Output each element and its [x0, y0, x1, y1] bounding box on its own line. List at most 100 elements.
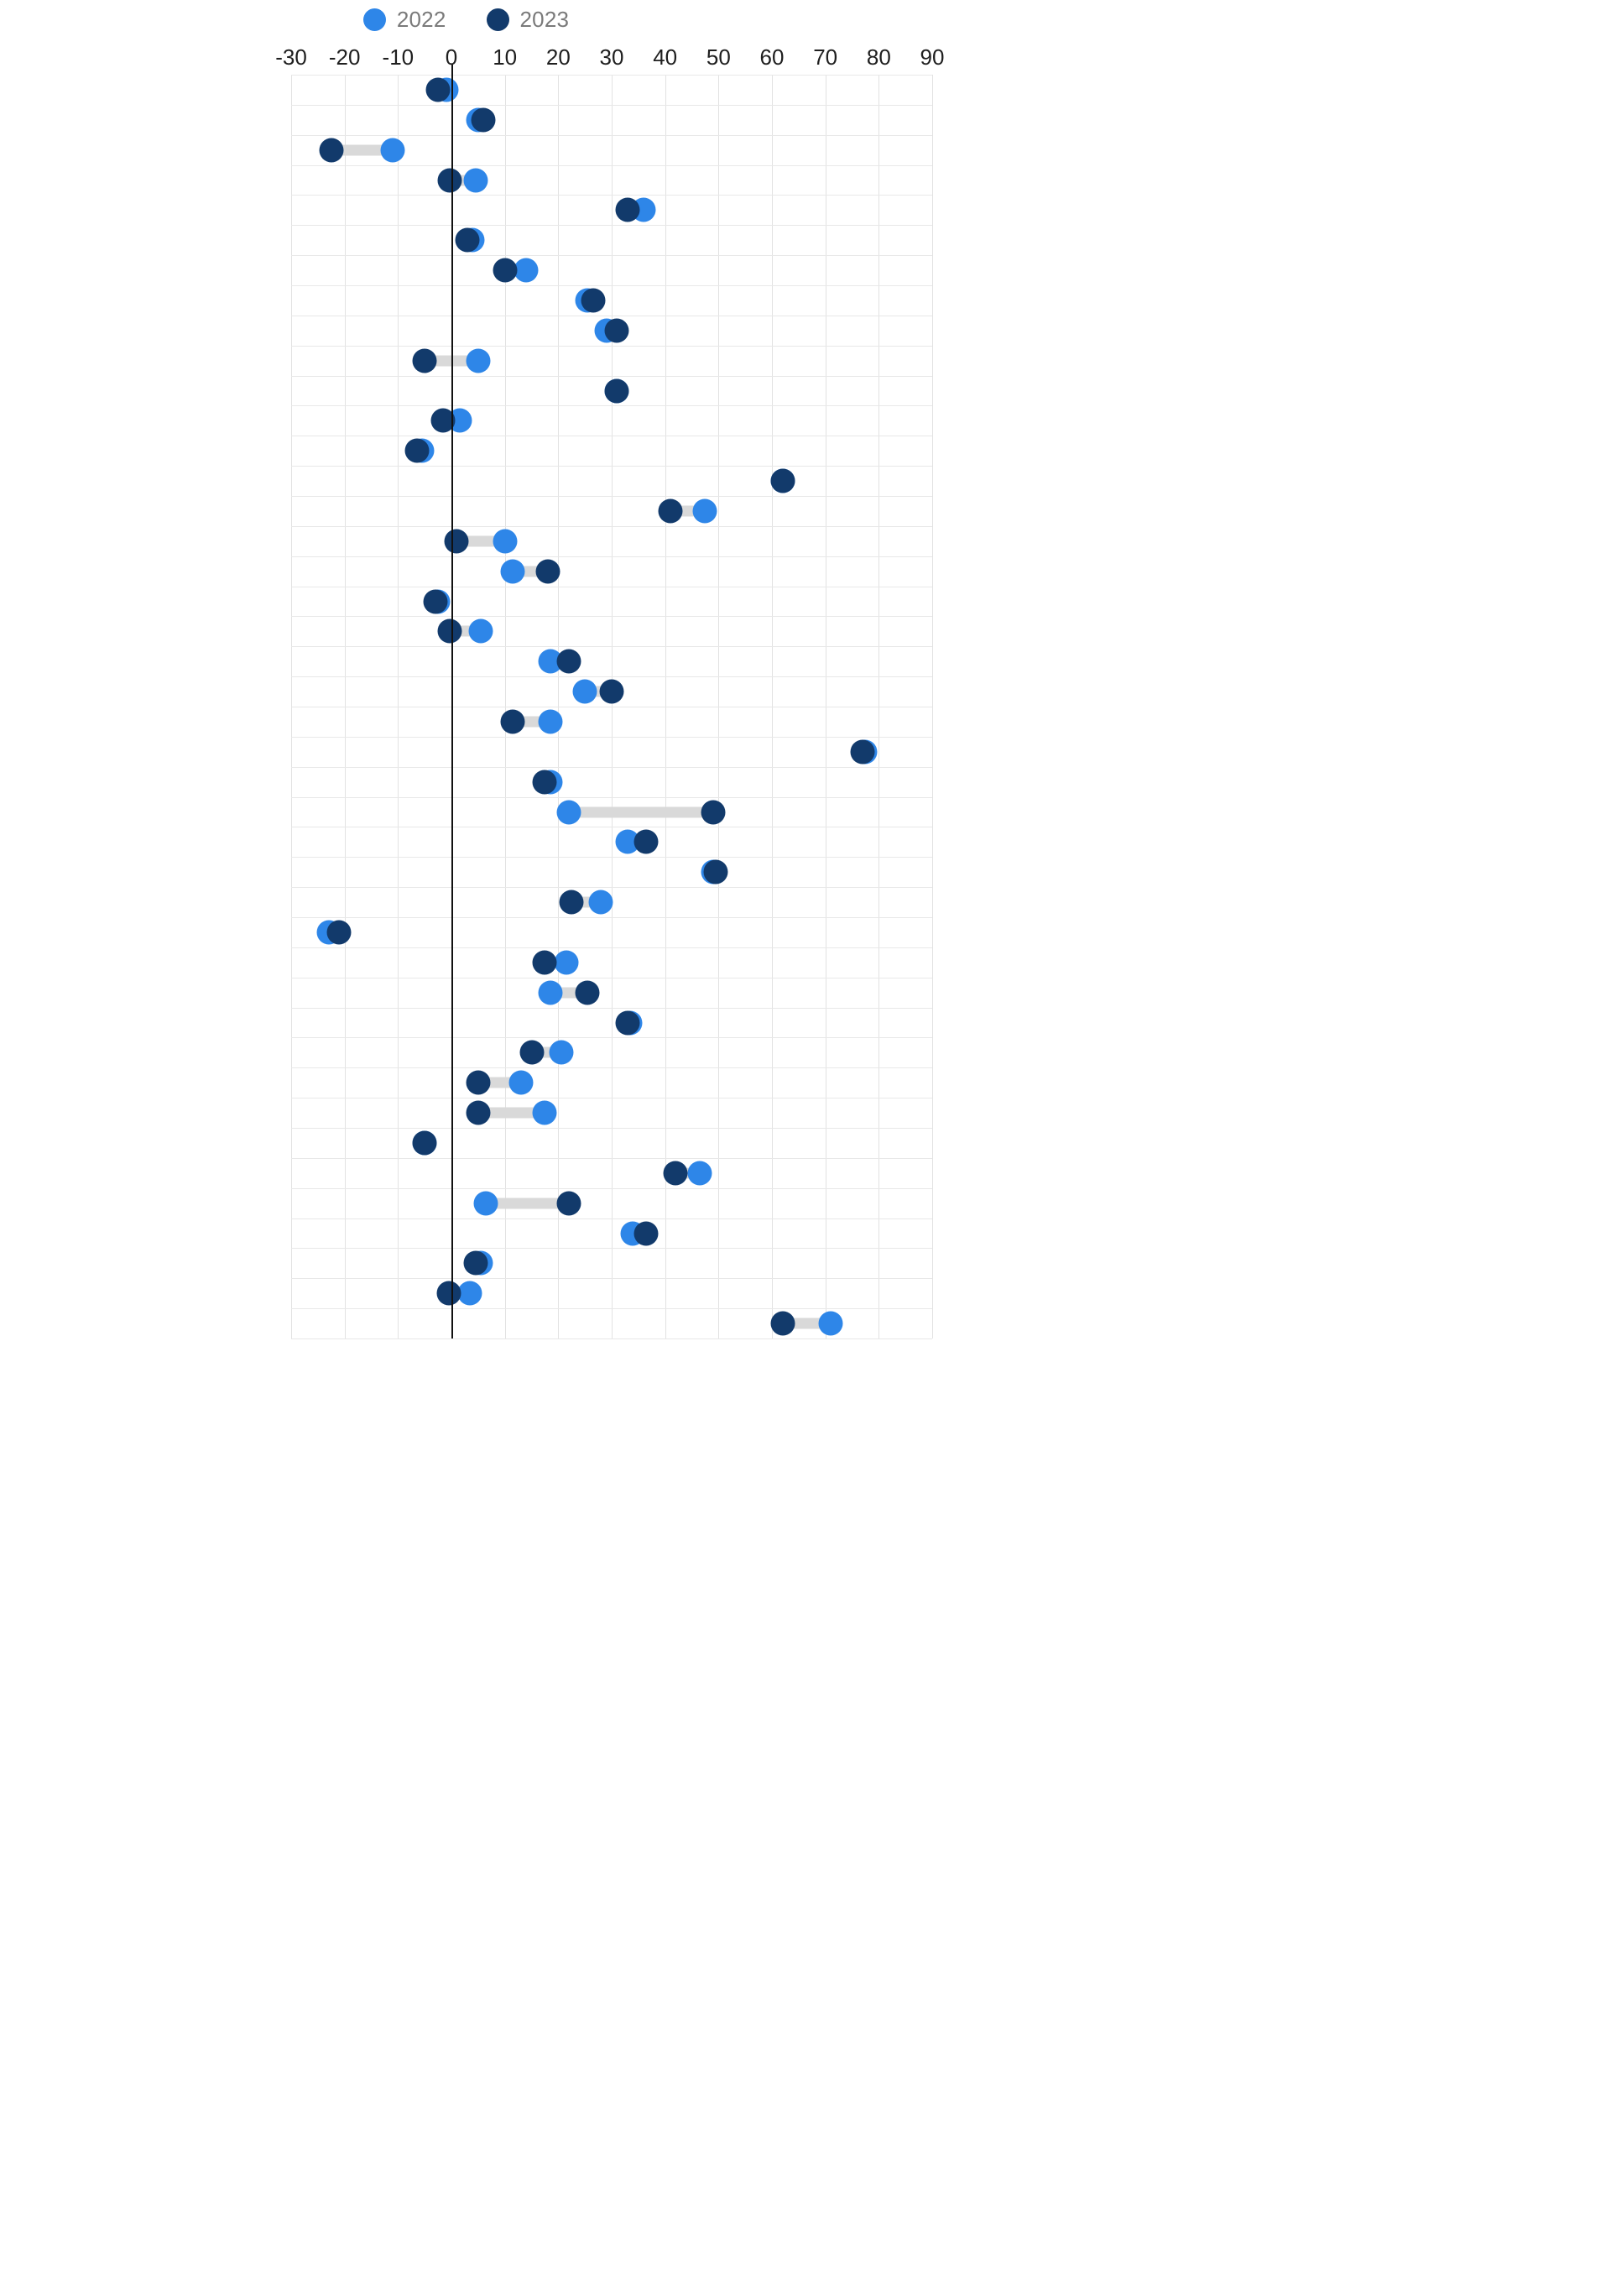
- data-point-2023[interactable]: [604, 378, 629, 403]
- data-point-2023[interactable]: [701, 800, 726, 824]
- data-point-2022[interactable]: [556, 800, 581, 824]
- data-point-2022[interactable]: [466, 348, 491, 373]
- data-point-2022[interactable]: [493, 529, 518, 554]
- data-point-2022[interactable]: [468, 618, 493, 644]
- gridline-horizontal: [291, 797, 932, 798]
- data-point-2022[interactable]: [687, 1161, 712, 1186]
- data-point-2023[interactable]: [455, 227, 480, 253]
- gridline-horizontal: [291, 857, 932, 858]
- x-tick-label: 90: [920, 44, 945, 70]
- data-point-2023[interactable]: [436, 1281, 461, 1306]
- gridline-horizontal: [291, 1338, 932, 1339]
- x-tick-label: 80: [866, 44, 891, 70]
- data-point-2023[interactable]: [532, 770, 557, 795]
- data-point-2022[interactable]: [508, 1070, 534, 1095]
- data-point-2023[interactable]: [658, 498, 683, 524]
- data-point-2022[interactable]: [692, 498, 717, 524]
- data-point-2023[interactable]: [703, 859, 728, 884]
- gridline-horizontal: [291, 556, 932, 557]
- data-point-2023[interactable]: [519, 1040, 544, 1065]
- legend-item-2023[interactable]: 2023: [486, 7, 570, 32]
- data-point-2022[interactable]: [514, 258, 539, 283]
- gridline-horizontal: [291, 285, 932, 286]
- data-point-2023[interactable]: [532, 950, 557, 975]
- data-point-2023[interactable]: [770, 1311, 795, 1336]
- data-point-2023[interactable]: [404, 438, 430, 463]
- gridline-horizontal: [291, 1037, 932, 1038]
- gridline-horizontal: [291, 646, 932, 647]
- data-point-2023[interactable]: [423, 589, 448, 613]
- data-point-2023[interactable]: [615, 1010, 640, 1035]
- legend-label: 2023: [519, 7, 570, 32]
- gridline-horizontal: [291, 135, 932, 136]
- data-point-2022[interactable]: [463, 168, 488, 192]
- gridline-horizontal: [291, 1278, 932, 1279]
- gridline-horizontal: [291, 1158, 932, 1159]
- dumbbell-plot: ArgentinaAustraliaAustriaBelgiumBrazilCa…: [291, 65, 933, 1339]
- gridline-horizontal: [291, 526, 932, 527]
- data-point-2023[interactable]: [493, 258, 518, 283]
- data-point-2023[interactable]: [444, 529, 469, 554]
- data-point-2023[interactable]: [633, 1221, 659, 1245]
- gridline-horizontal: [291, 376, 932, 377]
- data-point-2022[interactable]: [532, 1100, 557, 1125]
- data-point-2022[interactable]: [818, 1311, 843, 1336]
- gridline-horizontal: [291, 405, 932, 406]
- data-point-2023[interactable]: [471, 107, 496, 133]
- data-point-2023[interactable]: [535, 559, 560, 584]
- data-point-2023[interactable]: [466, 1070, 491, 1095]
- gridline-horizontal: [291, 496, 932, 497]
- gridline-horizontal: [291, 1218, 932, 1219]
- data-point-2023[interactable]: [466, 1100, 491, 1125]
- data-point-2023[interactable]: [850, 739, 875, 764]
- data-point-2022[interactable]: [457, 1281, 482, 1306]
- data-point-2022[interactable]: [500, 559, 525, 584]
- data-point-2023[interactable]: [615, 197, 640, 222]
- gridline-horizontal: [291, 887, 932, 888]
- data-point-2022[interactable]: [380, 138, 405, 163]
- gridline-horizontal: [291, 195, 932, 196]
- data-point-2022[interactable]: [554, 950, 579, 975]
- gridline-horizontal: [291, 1248, 932, 1249]
- data-point-2023[interactable]: [412, 348, 437, 373]
- gridline-horizontal: [291, 165, 932, 166]
- data-point-2023[interactable]: [500, 709, 525, 734]
- data-point-2023[interactable]: [425, 77, 451, 102]
- gridline-horizontal: [291, 75, 932, 76]
- data-point-2023[interactable]: [604, 318, 629, 343]
- gridline-horizontal: [291, 947, 932, 948]
- data-point-2023[interactable]: [556, 649, 581, 674]
- data-point-2023[interactable]: [463, 1250, 488, 1276]
- x-tick-label: 30: [599, 44, 624, 70]
- data-point-2022[interactable]: [473, 1191, 498, 1216]
- data-point-2023[interactable]: [556, 1191, 581, 1216]
- data-point-2022[interactable]: [549, 1040, 574, 1065]
- data-point-2023[interactable]: [412, 1130, 437, 1156]
- data-point-2022[interactable]: [538, 709, 563, 734]
- x-tick-label: 20: [545, 44, 571, 70]
- x-tick-label: -10: [382, 44, 414, 70]
- data-point-2023[interactable]: [326, 920, 352, 945]
- data-point-2022[interactable]: [588, 890, 613, 915]
- data-point-2023[interactable]: [663, 1161, 688, 1186]
- data-point-2023[interactable]: [770, 468, 795, 493]
- x-tick-label: 50: [706, 44, 731, 70]
- data-point-2023[interactable]: [599, 679, 624, 704]
- chart-page: 20222023 -30-20-100102030405060708090 Ar…: [0, 0, 1611, 2296]
- data-point-2022[interactable]: [572, 679, 597, 704]
- data-point-2023[interactable]: [437, 618, 462, 644]
- x-tick-label: -20: [328, 44, 361, 70]
- gridline-horizontal: [291, 225, 932, 226]
- data-point-2023[interactable]: [633, 829, 659, 854]
- gridline-horizontal: [291, 105, 932, 106]
- data-point-2023[interactable]: [575, 980, 600, 1005]
- data-point-2023[interactable]: [559, 890, 584, 915]
- gridline-horizontal: [291, 1067, 932, 1068]
- data-point-2023[interactable]: [437, 168, 462, 192]
- data-point-2022[interactable]: [538, 980, 563, 1005]
- x-tick-label: 40: [653, 44, 678, 70]
- legend-item-2022[interactable]: 2022: [362, 8, 446, 31]
- data-point-2023[interactable]: [581, 288, 606, 313]
- gridline-horizontal: [291, 767, 932, 768]
- data-point-2023[interactable]: [319, 138, 344, 163]
